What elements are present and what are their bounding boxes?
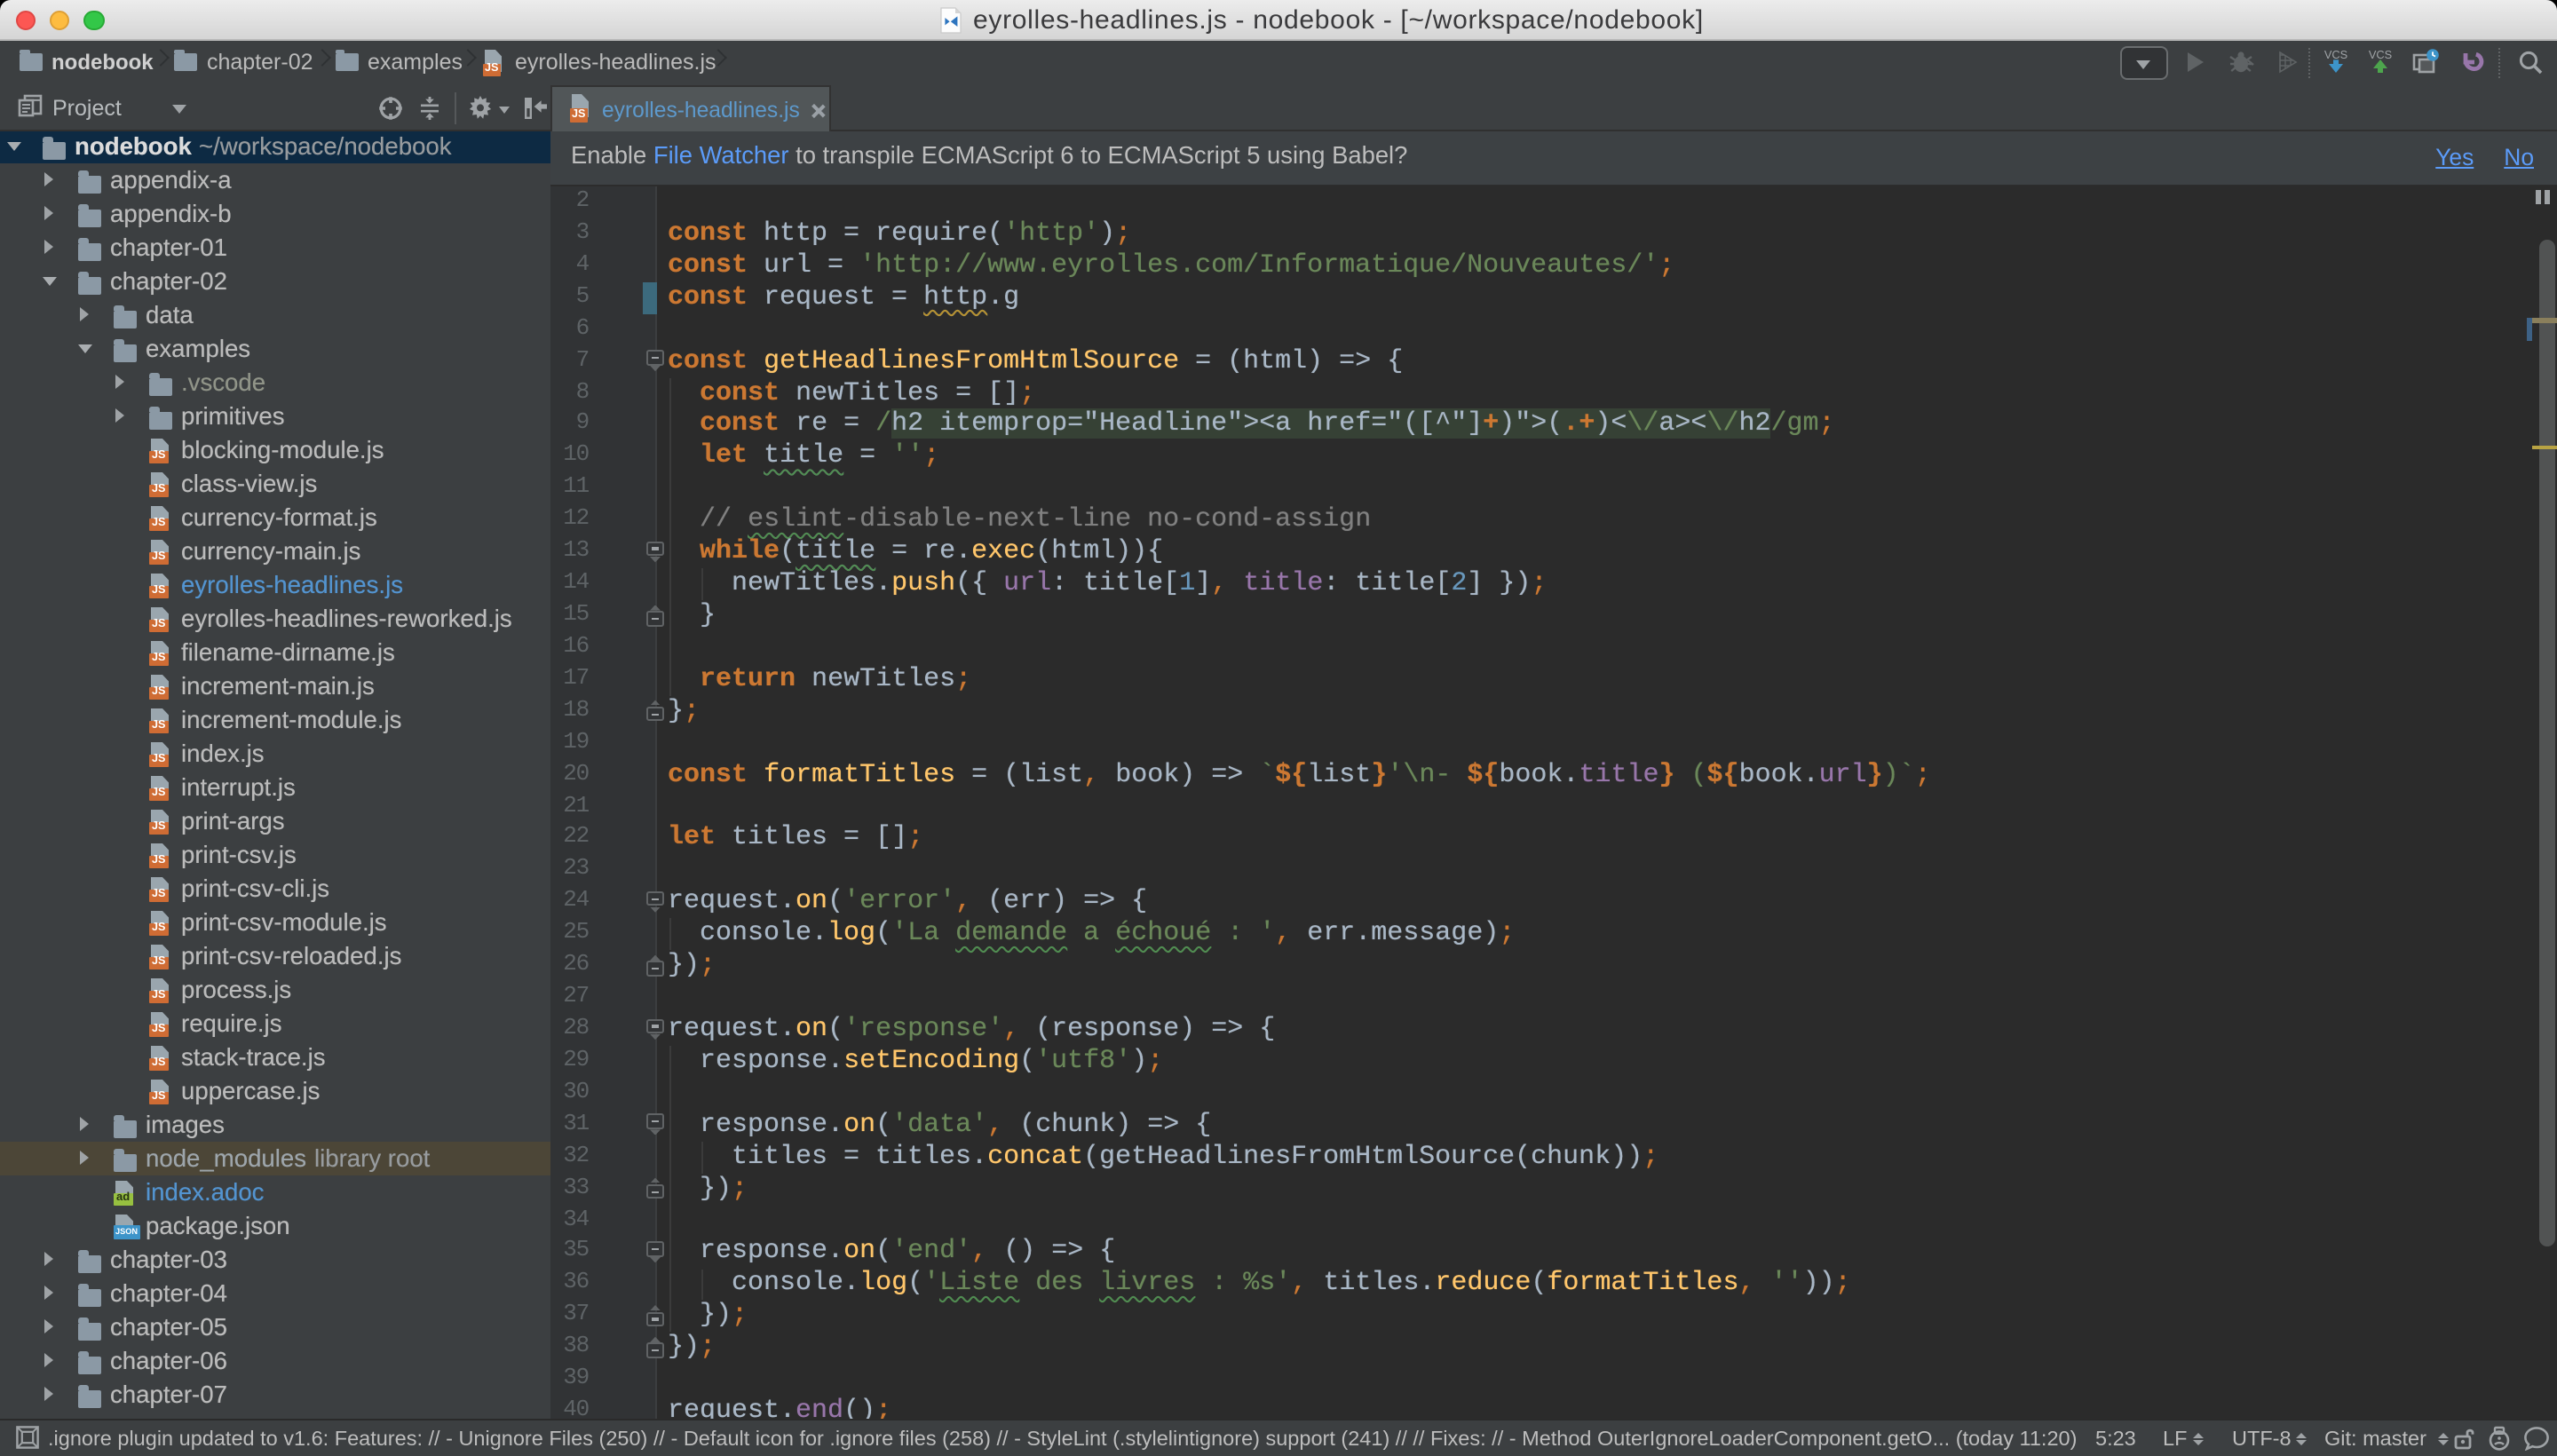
svg-text:VCS: VCS: [2324, 48, 2347, 61]
svg-text:VCS: VCS: [2369, 48, 2392, 61]
